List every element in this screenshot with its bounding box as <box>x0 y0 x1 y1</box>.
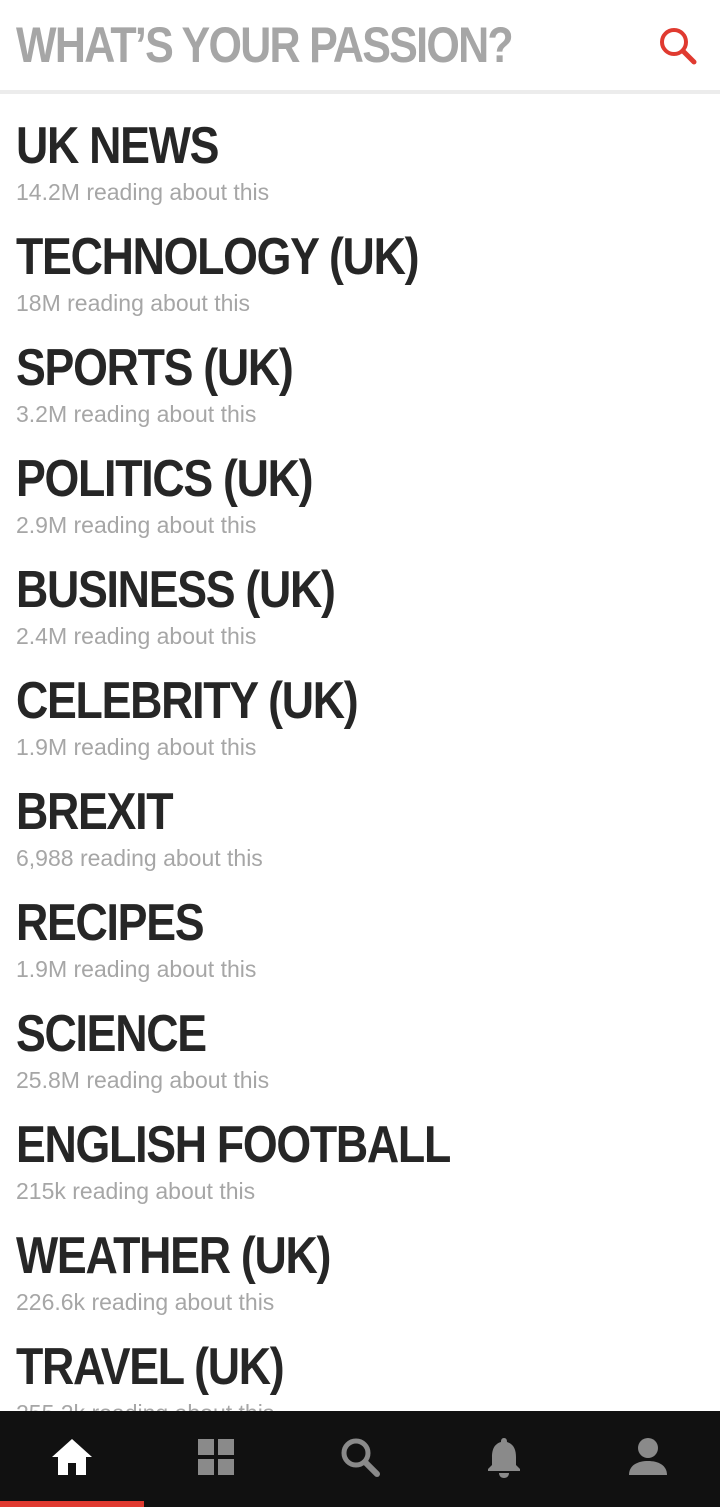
topic-item-english-football[interactable]: ENGLISH FOOTBALL 215k reading about this <box>0 1093 720 1204</box>
topic-name: ENGLISH FOOTBALL <box>16 1116 451 1174</box>
topic-item-science[interactable]: SCIENCE 25.8M reading about this <box>0 982 720 1093</box>
topic-item-celebrity-uk[interactable]: CELEBRITY (UK) 1.9M reading about this <box>0 649 720 760</box>
profile-icon <box>629 1438 667 1475</box>
topic-name: CELEBRITY (UK) <box>16 672 359 730</box>
topic-reader-count: 14.2M reading about this <box>16 179 270 205</box>
topic-reader-count: 6,988 reading about this <box>16 845 263 871</box>
home-icon <box>52 1439 92 1475</box>
topic-item-business-uk[interactable]: BUSINESS (UK) 2.4M reading about this <box>0 538 720 649</box>
topic-reader-count: 215k reading about this <box>16 1178 256 1204</box>
topic-reader-count: 226.6k reading about this <box>16 1289 275 1315</box>
topic-list[interactable]: UK NEWS 14.2M reading about this TECHNOL… <box>0 94 720 1411</box>
active-tab-indicator <box>0 1501 144 1507</box>
nav-search-tab[interactable] <box>288 1411 432 1507</box>
topic-reader-count: 18M reading about this <box>16 290 250 316</box>
topic-name: SCIENCE <box>16 1005 207 1063</box>
nav-topics-tab[interactable] <box>144 1411 288 1507</box>
topic-name: WEATHER (UK) <box>16 1227 331 1285</box>
topic-reader-count: 1.9M reading about this <box>16 956 257 982</box>
nav-home-tab[interactable] <box>0 1411 144 1507</box>
topic-reader-count: 3.2M reading about this <box>16 401 257 427</box>
topic-reader-count: 25.8M reading about this <box>16 1067 270 1093</box>
search-icon <box>341 1438 380 1477</box>
topic-item-uk-news[interactable]: UK NEWS 14.2M reading about this <box>0 94 720 205</box>
topic-item-brexit[interactable]: BREXIT 6,988 reading about this <box>0 760 720 871</box>
topic-name: TECHNOLOGY (UK) <box>16 228 419 286</box>
topic-item-sports-uk[interactable]: SPORTS (UK) 3.2M reading about this <box>0 316 720 427</box>
topic-name: POLITICS (UK) <box>16 450 314 508</box>
search-icon[interactable] <box>656 24 698 66</box>
topic-item-recipes[interactable]: RECIPES 1.9M reading about this <box>0 871 720 982</box>
topic-item-politics-uk[interactable]: POLITICS (UK) 2.9M reading about this <box>0 427 720 538</box>
bottom-navigation <box>0 1411 720 1507</box>
grid-icon <box>198 1439 234 1475</box>
topic-item-weather-uk[interactable]: WEATHER (UK) 226.6k reading about this <box>0 1204 720 1315</box>
topic-name: RECIPES <box>16 894 205 952</box>
topic-name: UK NEWS <box>16 117 219 175</box>
topic-reader-count: 1.9M reading about this <box>16 734 257 760</box>
topic-reader-count: 255.2k reading about this <box>16 1398 274 1411</box>
topic-name: BUSINESS (UK) <box>16 561 336 619</box>
nav-profile-tab[interactable] <box>576 1411 720 1507</box>
topic-name: TRAVEL (UK) <box>16 1338 285 1396</box>
topic-item-technology-uk[interactable]: TECHNOLOGY (UK) 18M reading about this <box>0 205 720 316</box>
nav-notifications-tab[interactable] <box>432 1411 576 1507</box>
page-title: WHAT’S YOUR PASSION? <box>16 17 514 73</box>
app-header: WHAT’S YOUR PASSION? <box>0 0 720 90</box>
topic-name: BREXIT <box>16 783 174 841</box>
topic-reader-count: 2.4M reading about this <box>16 623 257 649</box>
topic-reader-count: 2.9M reading about this <box>16 512 257 538</box>
topic-item-travel-uk[interactable]: TRAVEL (UK) 255.2k reading about this <box>0 1315 720 1411</box>
bell-icon <box>488 1438 520 1478</box>
topic-name: SPORTS (UK) <box>16 339 294 397</box>
